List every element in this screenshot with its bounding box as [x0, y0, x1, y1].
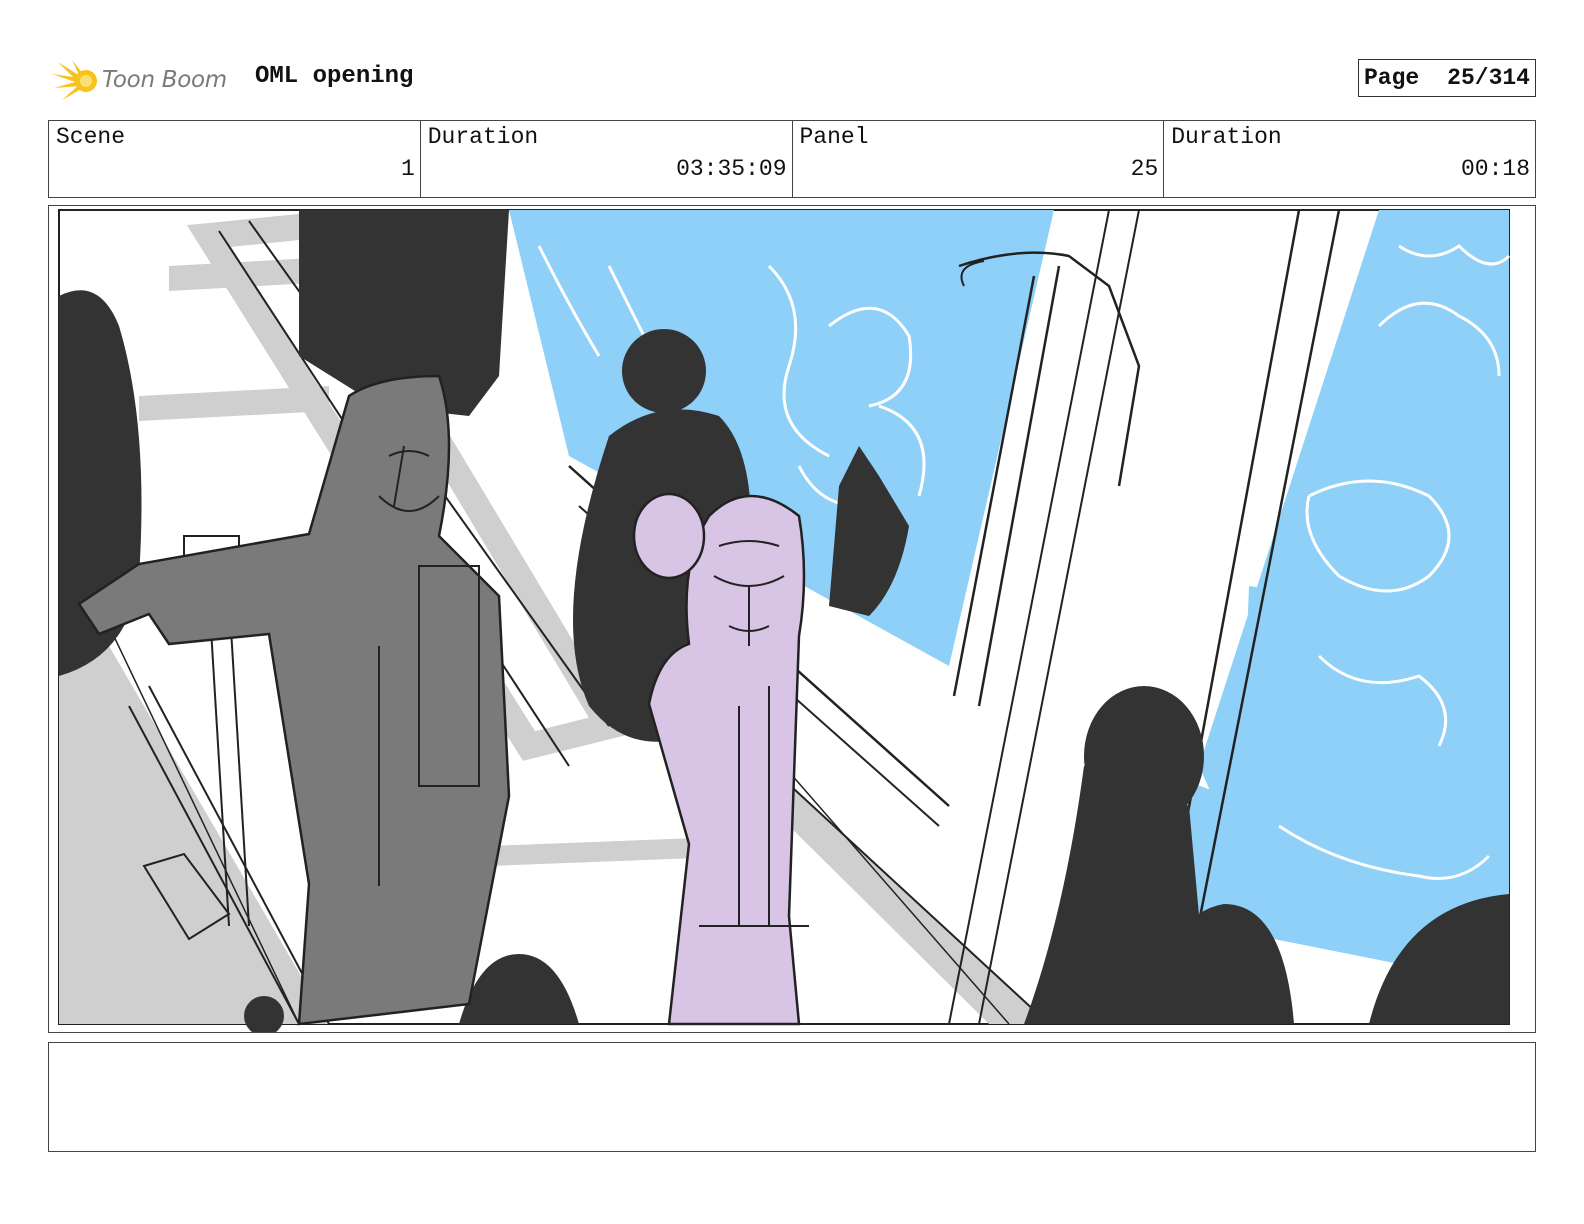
panel-label: Panel [799, 124, 869, 150]
storyboard-header: Toon Boom OML opening Page 25/314 [50, 52, 1536, 110]
panel-cell: Panel 25 [793, 121, 1165, 197]
page-number: 25/314 [1447, 65, 1530, 91]
panel-duration-cell: Duration 00:18 [1164, 121, 1535, 197]
page-indicator: Page 25/314 [1358, 59, 1536, 97]
panel-duration-label: Duration [1171, 124, 1282, 150]
page-label: Page [1364, 65, 1420, 91]
panel-duration-value: 00:18 [1460, 156, 1530, 182]
toon-boom-logo: Toon Boom [50, 56, 240, 104]
scene-duration-label: Duration [427, 124, 539, 150]
scene-label: Scene [56, 124, 126, 150]
storyboard-panel [48, 205, 1536, 1033]
scene-duration-cell: Duration 03:35:09 [421, 121, 793, 197]
scene-cell: Scene 1 [49, 121, 421, 197]
logo-wordmark: Toon Boom [102, 67, 227, 93]
panel-notes[interactable] [48, 1042, 1536, 1152]
scene-value: 1 [400, 156, 415, 182]
panel-value: 25 [1130, 156, 1159, 182]
starburst-icon [52, 60, 97, 100]
project-title: OML opening [255, 63, 414, 90]
panel-sketch [58, 209, 1511, 1032]
scene-info-table: Scene 1 Duration 03:35:09 Panel 25 Durat… [48, 120, 1536, 198]
scene-duration-value: 03:35:09 [676, 156, 787, 182]
